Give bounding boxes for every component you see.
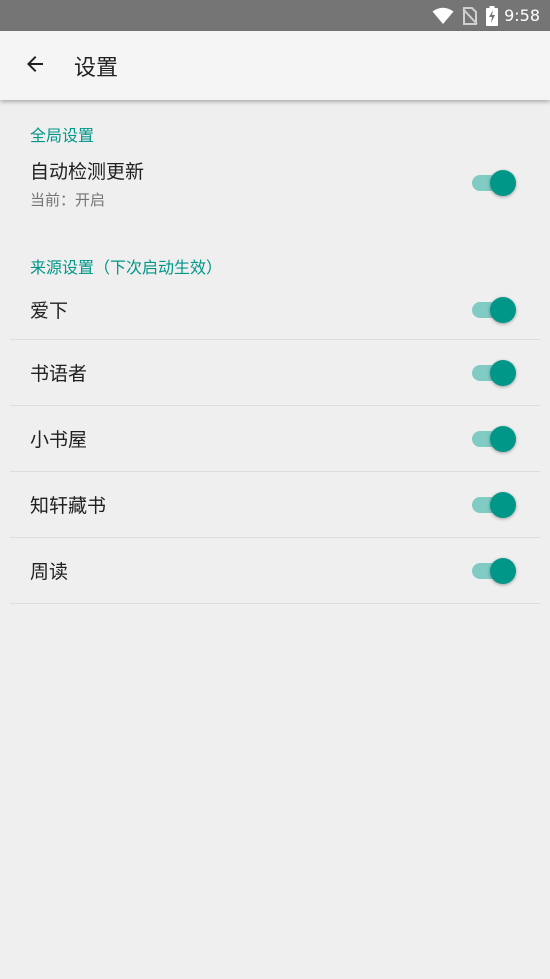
app-bar: 设置	[0, 31, 550, 100]
switch-thumb	[490, 359, 516, 386]
source-row-shuyuzhe[interactable]: 书语者	[10, 340, 540, 406]
source-label: 知轩藏书	[30, 495, 107, 517]
source-label: 周读	[30, 561, 69, 583]
source-switch-shuyuzhe[interactable]	[472, 358, 516, 388]
status-bar: 9:58	[0, 0, 550, 31]
switch-thumb	[490, 170, 516, 196]
source-label: 书语者	[30, 363, 88, 385]
arrow-left-icon	[23, 52, 47, 80]
switch-thumb	[490, 491, 516, 518]
switch-thumb	[490, 557, 516, 584]
settings-list: 全局设置 自动检测更新 当前：开启 来源设置（下次启动生效） 爱下 书语者 小书…	[0, 100, 550, 604]
switch-thumb	[490, 296, 516, 323]
source-label: 爱下	[30, 300, 69, 322]
auto-update-text: 自动检测更新 当前：开启	[30, 157, 144, 210]
back-button[interactable]	[0, 31, 70, 100]
auto-update-title: 自动检测更新	[30, 160, 145, 183]
source-row-zhixuan[interactable]: 知轩藏书	[10, 472, 540, 538]
page-title: 设置	[74, 55, 119, 81]
source-row-aixia[interactable]: 爱下	[10, 280, 540, 340]
source-row-xiaoshuwu[interactable]: 小书屋	[10, 406, 540, 472]
section-header-source: 来源设置（下次启动生效）	[30, 258, 223, 277]
source-switch-zhixuan[interactable]	[472, 490, 516, 520]
auto-update-switch[interactable]	[472, 168, 516, 198]
source-row-zhoudu[interactable]: 周读	[10, 538, 540, 604]
switch-thumb	[490, 425, 516, 452]
source-switch-aixia[interactable]	[472, 295, 516, 325]
status-time: 9:58	[504, 6, 540, 25]
wifi-icon	[432, 7, 454, 25]
section-header-global: 全局设置	[30, 126, 95, 145]
auto-update-row[interactable]: 自动检测更新 当前：开启	[10, 150, 540, 216]
no-sim-icon	[462, 6, 478, 25]
source-switch-xiaoshuwu[interactable]	[472, 424, 516, 454]
source-switch-zhoudu[interactable]	[472, 556, 516, 586]
battery-charging-icon	[486, 5, 499, 26]
source-label: 小书屋	[30, 429, 88, 451]
auto-update-summary: 当前：开启	[30, 190, 106, 209]
